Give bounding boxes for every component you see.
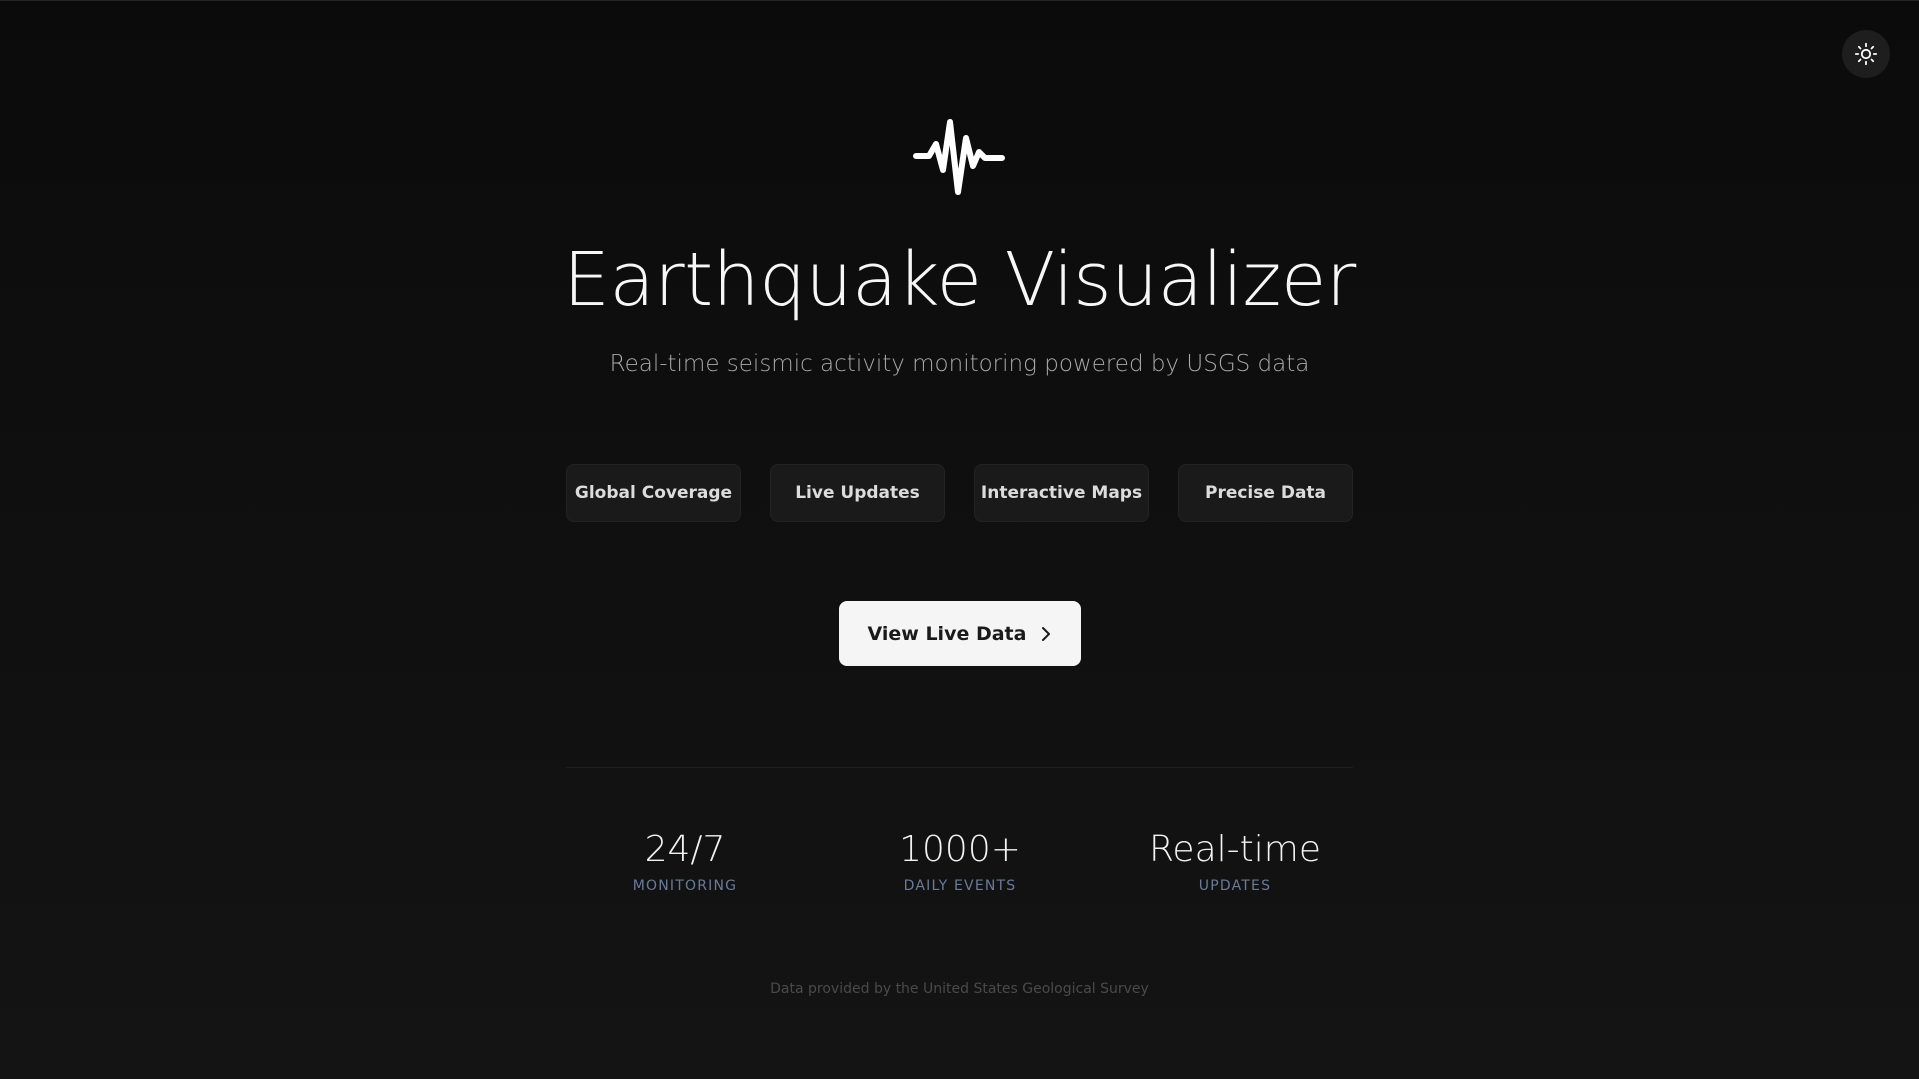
seismic-wave-icon — [913, 118, 1005, 196]
stat-daily-events: 1000+ DAILY EVENTS — [840, 826, 1080, 896]
feature-pill-interactive-maps: Interactive Maps — [974, 464, 1149, 522]
chevron-right-icon — [1040, 626, 1052, 642]
view-live-data-button[interactable]: View Live Data — [839, 601, 1081, 666]
page-subtitle: Real-time seismic activity monitoring po… — [609, 351, 1310, 377]
stat-label: DAILY EVENTS — [903, 878, 1017, 894]
stat-monitoring: 24/7 MONITORING — [565, 826, 805, 896]
top-border — [0, 0, 1919, 1]
page-title: Earthquake Visualizer — [563, 237, 1356, 323]
stat-label: MONITORING — [632, 878, 738, 894]
theme-toggle-button[interactable] — [1842, 30, 1890, 78]
feature-pill-precise-data: Precise Data — [1178, 464, 1353, 522]
sun-icon — [1854, 42, 1878, 66]
footer-attribution: Data provided by the United States Geolo… — [770, 981, 1149, 997]
section-divider — [566, 767, 1353, 768]
stat-value: Real-time — [1149, 829, 1321, 870]
view-live-data-label: View Live Data — [867, 622, 1027, 645]
stat-updates: Real-time UPDATES — [1115, 826, 1355, 896]
stat-value: 24/7 — [644, 829, 726, 870]
stat-label: UPDATES — [1198, 878, 1272, 894]
feature-pill-live-updates: Live Updates — [770, 464, 945, 522]
feature-pill-global-coverage: Global Coverage — [566, 464, 741, 522]
stat-value: 1000+ — [899, 829, 1021, 870]
